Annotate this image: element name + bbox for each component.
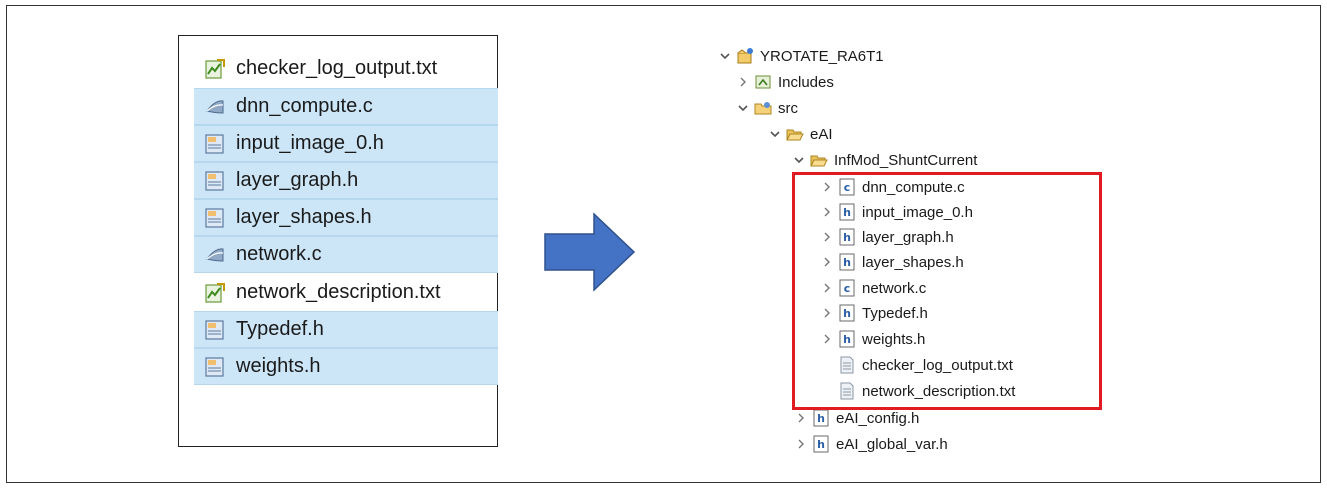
file-name: layer_shapes.h xyxy=(236,206,372,228)
header-file-icon xyxy=(205,133,224,154)
text-file-icon xyxy=(205,282,225,303)
project-icon xyxy=(737,48,753,64)
c-source-icon xyxy=(206,99,224,114)
svg-text:h: h xyxy=(817,412,825,425)
h-file-icon: h xyxy=(813,409,829,427)
file-name: network.c xyxy=(236,243,322,265)
header-file-icon xyxy=(205,170,224,191)
chevron-right-icon[interactable] xyxy=(794,411,808,425)
chevron-down-icon[interactable] xyxy=(792,153,806,167)
chevron-down-icon[interactable] xyxy=(768,127,782,141)
folder-open-icon xyxy=(810,155,828,167)
c-source-icon xyxy=(206,247,224,262)
text-file-icon xyxy=(205,58,225,79)
file-row[interactable]: layer_shapes.h xyxy=(194,199,498,236)
chevron-right-icon[interactable] xyxy=(794,437,808,451)
header-file-icon xyxy=(205,207,224,228)
chevron-down-icon[interactable] xyxy=(736,101,750,115)
tree-node-src[interactable]: src xyxy=(736,96,798,120)
folder-open-icon xyxy=(786,129,804,141)
svg-text:h: h xyxy=(817,438,825,451)
chevron-right-icon[interactable] xyxy=(736,75,750,89)
header-file-icon xyxy=(205,319,224,340)
highlight-box xyxy=(792,172,1102,410)
file-name: dnn_compute.c xyxy=(236,95,373,117)
file-row[interactable]: network.c xyxy=(194,236,498,273)
tree-label: src xyxy=(778,99,798,117)
chevron-down-icon[interactable] xyxy=(718,49,732,63)
tree-node-infmod[interactable]: InfMod_ShuntCurrent xyxy=(792,148,977,172)
file-name: network_description.txt xyxy=(236,281,441,303)
file-name: layer_graph.h xyxy=(236,169,359,191)
tree-label: eAI xyxy=(810,125,833,143)
tree-label: Includes xyxy=(778,73,834,91)
tree-node-file[interactable]: h eAI_global_var.h xyxy=(794,432,948,456)
file-row[interactable]: network_description.txt xyxy=(194,274,498,311)
tree-label: eAI_config.h xyxy=(836,409,920,427)
header-file-icon xyxy=(205,356,224,377)
file-name: input_image_0.h xyxy=(236,132,384,154)
file-row[interactable]: dnn_compute.c xyxy=(194,88,498,125)
file-row[interactable]: input_image_0.h xyxy=(194,125,498,162)
includes-icon xyxy=(755,75,771,89)
file-row[interactable]: Typedef.h xyxy=(194,311,498,348)
file-row[interactable]: weights.h xyxy=(194,348,498,385)
file-row[interactable]: checker_log_output.txt xyxy=(194,50,498,87)
file-name: weights.h xyxy=(236,355,321,377)
tree-node-includes[interactable]: Includes xyxy=(736,70,834,94)
tree-label: YROTATE_RA6T1 xyxy=(760,47,884,65)
tree-label: InfMod_ShuntCurrent xyxy=(834,151,978,169)
file-list-panel: checker_log_output.txt dnn_compute.c inp… xyxy=(178,35,498,447)
h-file-icon: h xyxy=(813,435,829,453)
tree-node-eai[interactable]: eAI xyxy=(768,122,833,146)
file-row[interactable]: layer_graph.h xyxy=(194,162,498,199)
tree-node-project[interactable]: YROTATE_RA6T1 xyxy=(718,44,884,68)
source-folder-icon xyxy=(754,102,772,115)
file-name: Typedef.h xyxy=(236,318,324,340)
tree-label: eAI_global_var.h xyxy=(836,435,948,453)
right-arrow-icon xyxy=(544,212,636,292)
file-name: checker_log_output.txt xyxy=(236,57,438,79)
